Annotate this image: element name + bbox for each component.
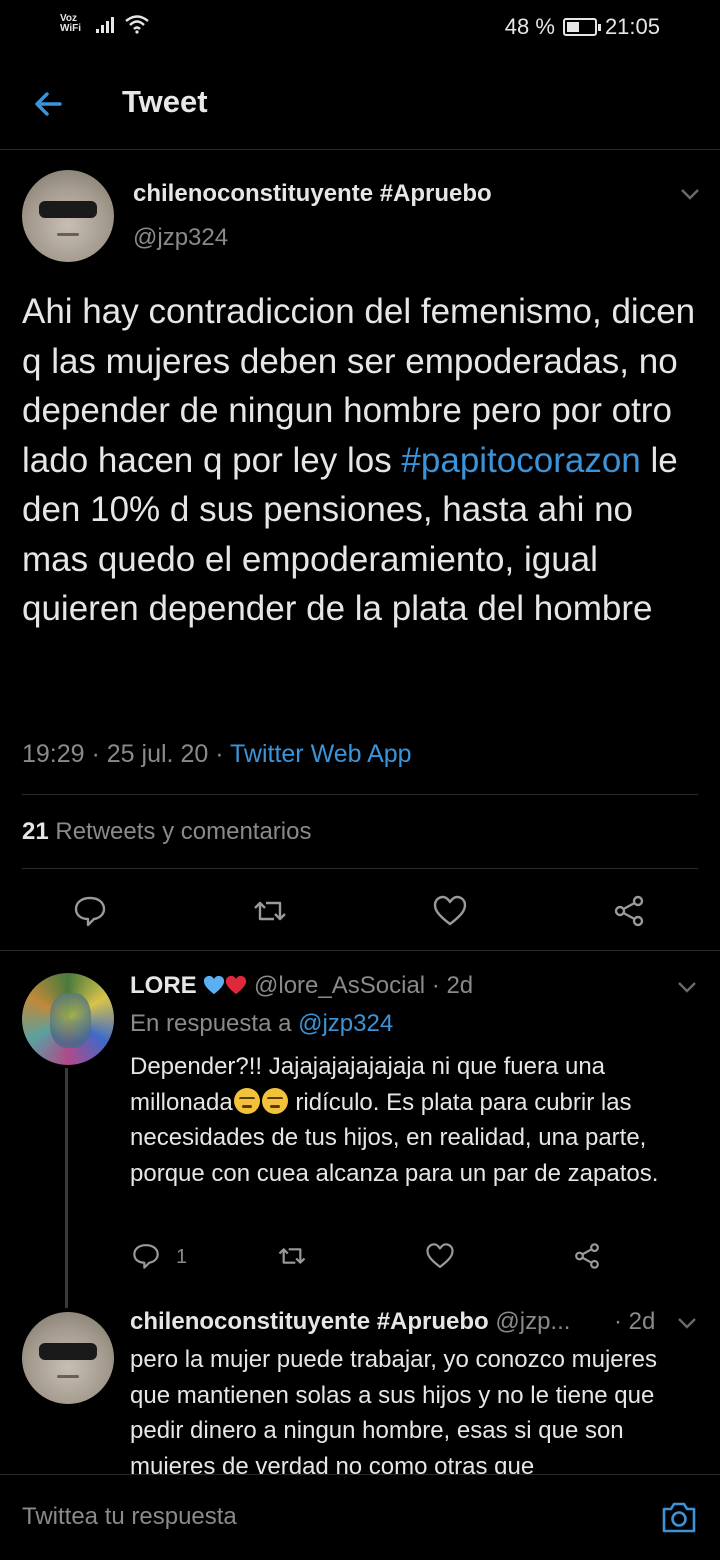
back-arrow-icon[interactable]	[30, 84, 70, 124]
share-icon	[614, 895, 644, 927]
reply-button[interactable]	[72, 893, 108, 929]
author-handle[interactable]: @jzp324	[133, 224, 228, 252]
mention-link[interactable]: @jzp324	[298, 1010, 393, 1037]
reply-handle-age: @lore_AsSocial · 2d	[254, 972, 474, 999]
reply-button[interactable]	[131, 1241, 161, 1271]
status-bar: Voz WiFi 48 % 21:05	[0, 0, 720, 56]
retweet-icon	[278, 1248, 306, 1264]
avatar[interactable]	[22, 170, 114, 262]
in-reply-to: En respuesta a @jzp324	[130, 1010, 394, 1037]
reply-composer: Twittea tu respuesta	[0, 1474, 720, 1560]
camera-icon[interactable]	[660, 1499, 698, 1535]
tweet-time: 19:29	[22, 740, 85, 768]
tweet-date: 25 jul. 20	[106, 740, 209, 768]
signal-icon	[96, 15, 114, 33]
chevron-down-icon[interactable]	[677, 981, 697, 993]
rolling-eyes-emoji-icon	[233, 1087, 260, 1114]
retweet-count: 21	[22, 818, 49, 845]
hashtag-link[interactable]: #papitocorazon	[401, 441, 640, 480]
share-button[interactable]	[611, 893, 647, 929]
avatar[interactable]	[22, 973, 114, 1065]
blue-heart-icon	[204, 975, 225, 995]
chevron-down-icon[interactable]	[677, 1317, 697, 1329]
clock: 21:05	[604, 14, 660, 39]
reply-author[interactable]: chilenoconstituyente #Apruebo @jzp...	[130, 1308, 570, 1336]
carrier-label: Voz WiFi	[60, 13, 82, 34]
reply-icon	[133, 1244, 159, 1269]
status-left: Voz WiFi	[60, 14, 172, 34]
rolling-eyes-emoji-icon	[261, 1087, 288, 1114]
tweet-source-link[interactable]: Twitter Web App	[230, 740, 412, 768]
like-button[interactable]	[425, 1241, 455, 1271]
reply-text: pero la mujer puede trabajar, yo conozco…	[130, 1346, 657, 1480]
red-heart-icon	[226, 975, 247, 995]
reply-icon	[74, 896, 106, 927]
reply-count: 1	[176, 1246, 188, 1268]
thread-line	[65, 1068, 68, 1308]
reply-text: Depender?!! Jajajajajajajaja ni que fuer…	[130, 1053, 659, 1187]
author-name[interactable]: chilenoconstituyente #Apruebo	[133, 180, 492, 208]
reply-age: · 2d	[614, 1308, 656, 1335]
like-button[interactable]	[432, 893, 468, 929]
retweet-label: Retweets y comentarios	[55, 818, 312, 845]
divider	[0, 950, 720, 951]
wifi-icon	[125, 15, 149, 34]
reply-handle: @jzp...	[495, 1308, 571, 1335]
avatar[interactable]	[22, 1312, 114, 1404]
battery-icon	[562, 18, 601, 36]
status-right: 48 % 21:05	[505, 14, 660, 40]
reply-input[interactable]: Twittea tu respuesta	[22, 1503, 237, 1531]
share-button[interactable]	[572, 1241, 602, 1271]
tweet-meta: 19:29 · 25 jul. 20 · Twitter Web App	[22, 740, 412, 768]
retweet-button[interactable]	[277, 1241, 307, 1271]
moon-icon	[162, 17, 169, 31]
battery-fill	[566, 22, 580, 32]
header: Tweet	[0, 56, 720, 150]
divider	[22, 868, 698, 869]
like-icon	[433, 895, 467, 926]
retweet-stats[interactable]: 21 Retweets y comentarios	[22, 818, 311, 846]
share-icon	[575, 1243, 599, 1269]
retweet-icon	[254, 901, 286, 921]
page-title: Tweet	[122, 84, 208, 119]
divider	[22, 794, 698, 795]
battery-percent: 48 %	[504, 14, 555, 39]
like-icon	[426, 1243, 454, 1268]
reply-author[interactable]: LORE @lore_AsSocial · 2d	[130, 972, 473, 1000]
tweet-text: Ahi hay contradiccion del femenismo, dic…	[22, 292, 696, 628]
chevron-down-icon[interactable]	[680, 188, 700, 200]
retweet-button[interactable]	[252, 893, 288, 929]
